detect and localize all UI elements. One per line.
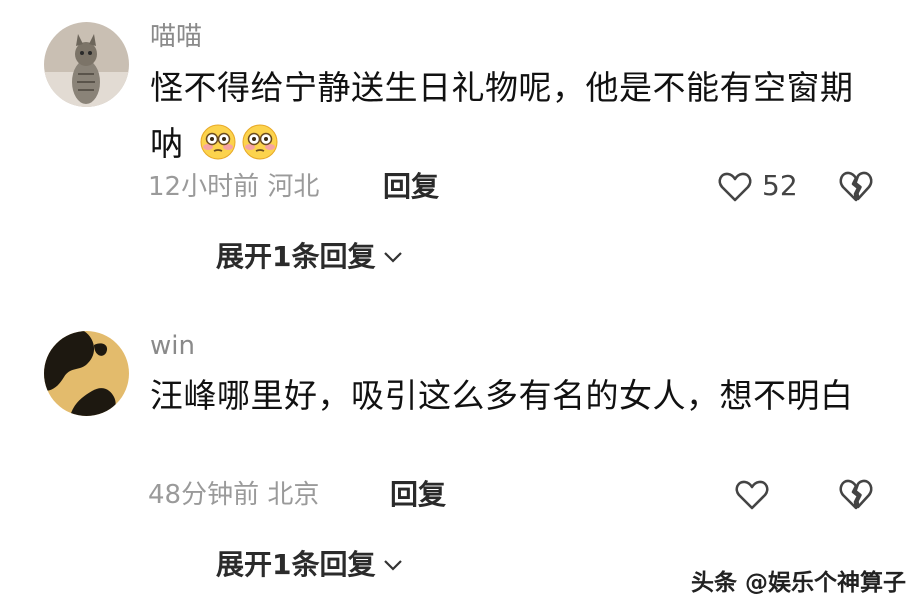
avatar[interactable] (44, 331, 129, 416)
comment-meta: 48分钟前 北京 (148, 480, 319, 510)
like-count: 52 (762, 169, 798, 202)
chevron-down-icon (384, 252, 403, 263)
reply-button[interactable]: 回复 (383, 172, 439, 202)
expand-replies-button[interactable]: 展开1条回复 (216, 549, 403, 581)
username[interactable]: win (150, 331, 195, 361)
timestamp: 12小时前 (148, 172, 260, 202)
comment-meta: 12小时前 河北 (148, 172, 319, 202)
comment-text: 汪峰哪里好，吸引这么多有名的女人，想不明白 (150, 376, 854, 415)
comment-1: 喵喵 怪不得给宁静送生日礼物呢，他是不能有空窗期呐 12小时前 河北 回复 52… (0, 0, 922, 300)
like-button[interactable] (735, 478, 769, 512)
comment-2: win 汪峰哪里好，吸引这么多有名的女人，想不明白 48分钟前 北京 回复 展开… (0, 300, 922, 600)
broken-heart-icon (839, 479, 873, 510)
dislike-button[interactable] (838, 476, 874, 512)
expand-replies-button[interactable]: 展开1条回复 (216, 241, 403, 273)
broken-heart-icon (839, 171, 873, 202)
comment-text: 怪不得给宁静送生日礼物呢，他是不能有空窗期呐 (150, 60, 880, 172)
location: 河北 (267, 172, 320, 202)
like-button[interactable] (718, 170, 752, 204)
watermark: 头条 @娱乐个神算子 (690, 570, 906, 596)
expand-replies-label: 展开1条回复 (216, 240, 376, 273)
flushed-face-icon (199, 122, 237, 160)
dislike-button[interactable] (838, 168, 874, 204)
heart-icon (718, 172, 752, 202)
hands-silhouette-icon (44, 331, 129, 416)
location: 北京 (267, 480, 320, 510)
reply-button[interactable]: 回复 (390, 480, 446, 510)
timestamp: 48分钟前 (148, 480, 260, 510)
avatar[interactable] (44, 22, 129, 107)
heart-icon (735, 480, 769, 510)
chevron-down-icon (384, 560, 403, 571)
username[interactable]: 喵喵 (150, 22, 202, 52)
expand-replies-label: 展开1条回复 (216, 548, 376, 581)
cat-avatar-icon (44, 22, 129, 107)
flushed-face-icon (241, 122, 279, 160)
